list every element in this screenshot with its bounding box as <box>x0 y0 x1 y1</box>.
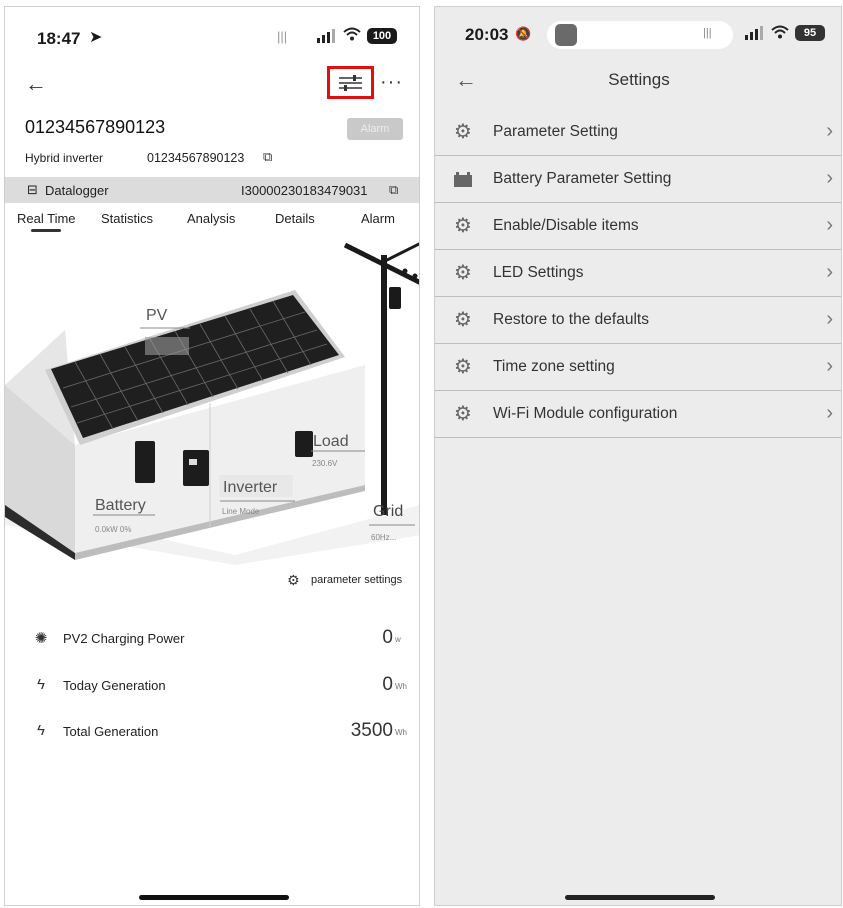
chevron-right-icon: › <box>826 402 833 424</box>
signal-icon <box>317 29 337 48</box>
metric-unit: Wh <box>395 682 407 691</box>
settings-item-label: Enable/Disable items <box>493 217 639 234</box>
load-device <box>295 431 313 457</box>
bolt-icon: ϟ <box>37 676 45 693</box>
settings-item-wifi-module-configuration[interactable]: ⚙ Wi-Fi Module configuration › <box>435 391 841 438</box>
metric-value: 0 <box>382 627 393 648</box>
device-serial-title: 01234567890123 <box>25 117 166 137</box>
chevron-right-icon: › <box>826 214 833 236</box>
device-detail-screen: 18:47 ➤ ||| 100 ← ··· 01234567890123 Ala… <box>4 6 420 906</box>
device-type-label: Hybrid inverter <box>25 151 104 165</box>
parameter-settings-label: parameter settings <box>311 574 403 586</box>
copy-icon[interactable]: ⧉ <box>263 149 272 165</box>
datalogger-icon: ⊟ <box>27 182 38 197</box>
battery-value: 0.0kW 0% <box>95 525 132 534</box>
chevron-right-icon: › <box>826 308 833 330</box>
tab-details[interactable]: Details <box>275 211 315 226</box>
load-label: Load <box>313 433 349 450</box>
metric-value: 3500 <box>350 720 393 741</box>
battery-label: Battery <box>95 497 146 514</box>
tab-alarm[interactable]: Alarm <box>361 211 395 226</box>
more-options-icon[interactable]: ··· <box>380 71 403 94</box>
grid-value: 60Hz... <box>371 533 397 542</box>
settings-item-label: Wi-Fi Module configuration <box>493 405 678 422</box>
battery-device <box>135 441 155 483</box>
settings-item-enable-disable-items[interactable]: ⚙ Enable/Disable items › <box>435 203 841 250</box>
gear-icon: ⚙ <box>454 262 472 284</box>
home-indicator <box>565 895 715 900</box>
datalogger-serial: I30000230183479031 <box>241 183 368 198</box>
gear-icon: ⚙ <box>454 121 472 143</box>
metric-value: 0 <box>382 674 393 695</box>
status-time: 18:47 <box>37 29 81 48</box>
utility-pole <box>381 255 387 515</box>
metric-total-generation: ϟ Total Generation 3500 Wh <box>5 718 419 748</box>
metric-label: Today Generation <box>63 678 166 693</box>
gear-icon: ⚙ <box>454 215 472 237</box>
pv-label: PV <box>146 307 168 324</box>
location-arrow-icon: ➤ <box>89 29 103 46</box>
chevron-right-icon: › <box>826 120 833 142</box>
settings-item-parameter-setting[interactable]: ⚙ Parameter Setting › <box>435 109 841 156</box>
status-time: 20:03 <box>465 25 509 44</box>
page-title: Settings <box>608 70 670 89</box>
sun-icon: ✺ <box>34 630 48 647</box>
app-thumbnail-icon <box>555 24 577 46</box>
battery-status: 95 <box>795 25 825 41</box>
settings-sliders-button[interactable] <box>327 66 374 99</box>
vibrate-icon: ||| <box>703 27 712 39</box>
metric-label: Total Generation <box>63 724 159 739</box>
chevron-right-icon: › <box>826 167 833 189</box>
mute-bell-icon: 🔕 <box>515 26 532 41</box>
wifi-icon <box>771 25 789 44</box>
tab-statistics[interactable]: Statistics <box>101 211 153 226</box>
inverter-mode: Line Mode <box>222 507 260 516</box>
back-arrow-icon[interactable]: ← <box>25 71 47 97</box>
battery-status: 100 <box>367 28 397 44</box>
parameter-settings-link[interactable]: ⚙ parameter settings <box>287 572 417 592</box>
settings-item-label: Time zone setting <box>493 358 615 375</box>
gear-icon: ⚙ <box>287 572 300 588</box>
vibrate-icon: ||| <box>277 29 288 44</box>
metric-pv2-charging-power: ✺ PV2 Charging Power 0 w <box>5 625 419 655</box>
sliders-icon <box>339 75 362 91</box>
home-indicator <box>139 895 289 900</box>
datalogger-label: Datalogger <box>45 183 109 198</box>
energy-flow-illustration <box>5 242 419 565</box>
grid-label: Grid <box>373 503 404 520</box>
gear-icon: ⚙ <box>454 356 472 378</box>
tab-real-time[interactable]: Real Time <box>17 211 76 226</box>
inverter-device <box>183 450 209 486</box>
battery-icon <box>452 168 474 190</box>
bolt-icon: ϟ <box>37 722 45 739</box>
settings-item-label: Restore to the defaults <box>493 311 649 328</box>
metric-unit: Wh <box>395 728 407 737</box>
chevron-right-icon: › <box>826 355 833 377</box>
metric-today-generation: ϟ Today Generation 0 Wh <box>5 672 419 702</box>
settings-item-led-settings[interactable]: ⚙ LED Settings › <box>435 250 841 297</box>
metric-unit: w <box>395 635 401 644</box>
wifi-icon <box>343 27 361 45</box>
settings-item-restore-defaults[interactable]: ⚙ Restore to the defaults › <box>435 297 841 344</box>
inverter-label: Inverter <box>223 479 278 496</box>
settings-item-label: LED Settings <box>493 264 584 281</box>
alarm-button[interactable]: Alarm <box>347 118 403 140</box>
active-tab-indicator <box>31 229 61 232</box>
device-type-serial: 01234567890123 <box>147 151 245 165</box>
settings-item-label: Battery Parameter Setting <box>493 170 672 187</box>
settings-item-label: Parameter Setting <box>493 123 618 140</box>
gear-icon: ⚙ <box>454 403 472 425</box>
signal-icon <box>745 26 765 45</box>
settings-screen: 20:03 🔕 ||| 95 ← Settings ⚙ Parameter Se… <box>434 6 842 906</box>
settings-item-time-zone-setting[interactable]: ⚙ Time zone setting › <box>435 344 841 391</box>
tab-analysis[interactable]: Analysis <box>187 211 235 226</box>
chevron-right-icon: › <box>826 261 833 283</box>
load-value: 230.6V <box>312 459 338 468</box>
settings-item-battery-parameter-setting[interactable]: Battery Parameter Setting › <box>435 156 841 203</box>
copy-icon[interactable]: ⧉ <box>389 182 398 198</box>
metric-label: PV2 Charging Power <box>63 631 185 646</box>
gear-icon: ⚙ <box>454 309 472 331</box>
